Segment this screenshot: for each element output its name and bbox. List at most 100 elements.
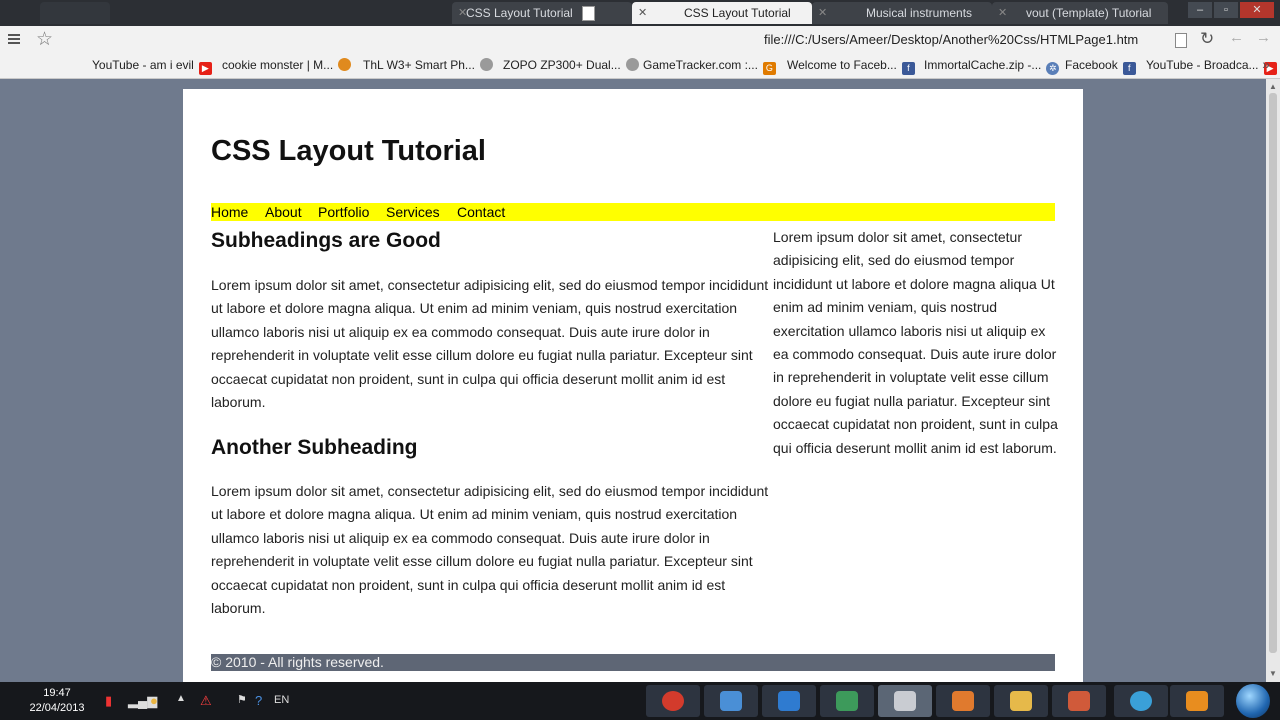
nav-link-home[interactable]: Home bbox=[211, 203, 248, 221]
cat-icon bbox=[479, 58, 493, 71]
bookmark-item[interactable]: ThL W3+ Smart Ph... bbox=[363, 58, 493, 72]
close-icon[interactable]: ✕ bbox=[638, 2, 647, 24]
taskbar-app-document[interactable] bbox=[878, 685, 932, 717]
bookmark-item[interactable]: YouTube - Broadca... ▶ bbox=[1146, 58, 1277, 75]
bookmark-item[interactable]: GameTracker.com :... G bbox=[643, 58, 776, 75]
browser-toolbar: ☆ file:///C:/Users/Ameer/Desktop/Another… bbox=[0, 26, 1280, 54]
bookmark-label: cookie monster | M... bbox=[222, 58, 334, 72]
browser-tab[interactable]: vout (Template) Tutorial ✕ bbox=[992, 2, 1168, 41]
language-indicator[interactable]: EN bbox=[274, 694, 289, 706]
taskbar-app-hp[interactable] bbox=[1114, 685, 1168, 717]
bookmark-item[interactable]: YouTube - am i evil ▶ bbox=[92, 58, 212, 75]
taskbar-app-chrome[interactable] bbox=[646, 685, 700, 717]
bookmarks-bar: YouTube - am i evil ▶ cookie monster | M.… bbox=[0, 54, 1280, 79]
facebook-icon: f bbox=[901, 62, 915, 75]
gear-icon: ✲ bbox=[1046, 62, 1060, 75]
network-icon[interactable]: ● bbox=[150, 693, 158, 708]
scroll-up-icon[interactable]: ▲ bbox=[1269, 82, 1277, 91]
subheading: Subheadings are Good bbox=[211, 229, 441, 252]
bookmark-label: ImmortalCache.zip -... bbox=[924, 58, 1042, 72]
tab-label: Musical instruments bbox=[866, 6, 973, 20]
page-info-icon[interactable] bbox=[1175, 33, 1187, 48]
paragraph: Lorem ipsum dolor sit amet, consectetur … bbox=[211, 483, 769, 617]
scroll-thumb[interactable] bbox=[1269, 93, 1277, 653]
pumpkin-icon bbox=[338, 58, 352, 71]
bookmark-label: YouTube - am i evil bbox=[92, 58, 194, 72]
page-icon bbox=[582, 6, 596, 22]
browser-tab[interactable] bbox=[40, 2, 110, 24]
bookmark-label: Facebook bbox=[1065, 58, 1118, 72]
nav-link-about[interactable]: About bbox=[265, 203, 302, 221]
shield-alert-icon[interactable]: ⚠ bbox=[200, 693, 212, 709]
taskbar-app-folder[interactable] bbox=[994, 685, 1048, 717]
taskbar-clock[interactable]: 19:47 22/04/2013 bbox=[22, 686, 92, 716]
youtube-icon: ▶ bbox=[198, 62, 212, 75]
minimize-button[interactable]: – bbox=[1188, 2, 1212, 18]
bookmark-label: ThL W3+ Smart Ph... bbox=[363, 58, 475, 72]
tab-label: CSS Layout Tutorial bbox=[684, 6, 791, 20]
nav-link-portfolio[interactable]: Portfolio bbox=[318, 203, 369, 221]
back-icon[interactable]: ← bbox=[1229, 29, 1244, 46]
folder-icon bbox=[1010, 691, 1032, 711]
bookmark-label: Welcome to Faceb... bbox=[787, 58, 897, 72]
power-icon[interactable]: ▮ bbox=[105, 693, 112, 709]
taskbar: 19:47 22/04/2013 ▮ ▂▄▆ ● ▲ ⚠ ⚑ ? EN bbox=[0, 682, 1280, 720]
bookmark-star-icon[interactable]: ☆ bbox=[36, 28, 53, 51]
clock-date: 22/04/2013 bbox=[29, 702, 85, 714]
document-icon bbox=[894, 691, 916, 711]
browser-tab-active[interactable]: CSS Layout Tutorial ✕ bbox=[632, 2, 812, 44]
close-icon[interactable]: ✕ bbox=[458, 2, 467, 24]
show-hidden-icons[interactable]: ▲ bbox=[176, 693, 186, 704]
bookmark-label: YouTube - Broadca... bbox=[1146, 58, 1259, 72]
help-icon[interactable]: ? bbox=[255, 693, 262, 708]
bookmark-item[interactable]: ImmortalCache.zip -... ✲ bbox=[924, 58, 1060, 75]
bookmark-label: GameTracker.com :... bbox=[643, 58, 758, 72]
window-controls: – ▫ ✕ bbox=[1188, 2, 1274, 20]
page-container: CSS Layout Tutorial Home About Portfolio… bbox=[183, 89, 1083, 682]
page-title: CSS Layout Tutorial bbox=[211, 135, 486, 167]
flag-icon[interactable]: ⚑ bbox=[237, 693, 247, 706]
taskbar-app-media[interactable] bbox=[1170, 685, 1224, 717]
bookmark-item[interactable]: Facebook f bbox=[1065, 58, 1136, 75]
cat-icon bbox=[625, 58, 639, 71]
browser-tab[interactable]: CSS Layout Tutorial ✕ bbox=[452, 2, 632, 24]
menu-icon[interactable] bbox=[8, 34, 20, 44]
gametracker-icon: G bbox=[762, 62, 776, 75]
taskbar-app-people[interactable] bbox=[820, 685, 874, 717]
bookmark-label: ZOPO ZP300+ Dual... bbox=[503, 58, 621, 72]
people-icon bbox=[836, 691, 858, 711]
nav-link-services[interactable]: Services bbox=[386, 203, 440, 221]
browser-tab[interactable]: Musical instruments ✕ bbox=[812, 2, 992, 24]
hp-icon bbox=[1130, 691, 1152, 711]
bookmark-item[interactable]: Welcome to Faceb... f bbox=[787, 58, 915, 75]
more-bookmarks-icon[interactable]: » bbox=[1262, 56, 1270, 72]
scroll-down-icon[interactable]: ▼ bbox=[1269, 669, 1277, 678]
vertical-scrollbar[interactable]: ▲ ▼ bbox=[1266, 79, 1280, 682]
close-icon[interactable]: ✕ bbox=[998, 2, 1007, 24]
close-icon[interactable]: ✕ bbox=[818, 2, 827, 24]
reload-icon[interactable]: ↻ bbox=[1200, 29, 1214, 49]
taskbar-app-pen[interactable] bbox=[704, 685, 758, 717]
nav-link-contact[interactable]: Contact bbox=[457, 203, 505, 221]
address-bar[interactable]: file:///C:/Users/Ameer/Desktop/Another%2… bbox=[764, 32, 1138, 47]
clock-time: 19:47 bbox=[43, 687, 71, 699]
start-button[interactable] bbox=[1236, 684, 1270, 718]
bookmark-item[interactable]: cookie monster | M... bbox=[222, 58, 352, 72]
paint-icon bbox=[1068, 691, 1090, 711]
forward-icon[interactable]: → bbox=[1256, 29, 1271, 46]
taskbar-app-paint[interactable] bbox=[1052, 685, 1106, 717]
pen-icon bbox=[720, 691, 742, 711]
page-viewport: CSS Layout Tutorial Home About Portfolio… bbox=[0, 79, 1266, 682]
maximize-button[interactable]: ▫ bbox=[1214, 2, 1238, 18]
sidebar-text: Lorem ipsum dolor sit amet, consectetur … bbox=[773, 229, 1058, 456]
taskbar-app-screen[interactable] bbox=[762, 685, 816, 717]
tab-label: CSS Layout Tutorial bbox=[466, 6, 573, 20]
facebook-icon: f bbox=[1122, 62, 1136, 75]
browser-title-bar: CSS Layout Tutorial ✕ CSS Layout Tutoria… bbox=[0, 0, 1280, 44]
close-window-button[interactable]: ✕ bbox=[1240, 2, 1274, 18]
dreamweaver-icon bbox=[952, 691, 974, 711]
taskbar-app-dreamweaver[interactable] bbox=[936, 685, 990, 717]
tab-label: vout (Template) Tutorial bbox=[1026, 6, 1152, 20]
bookmark-item[interactable]: ZOPO ZP300+ Dual... bbox=[503, 58, 639, 72]
media-icon bbox=[1186, 691, 1208, 711]
